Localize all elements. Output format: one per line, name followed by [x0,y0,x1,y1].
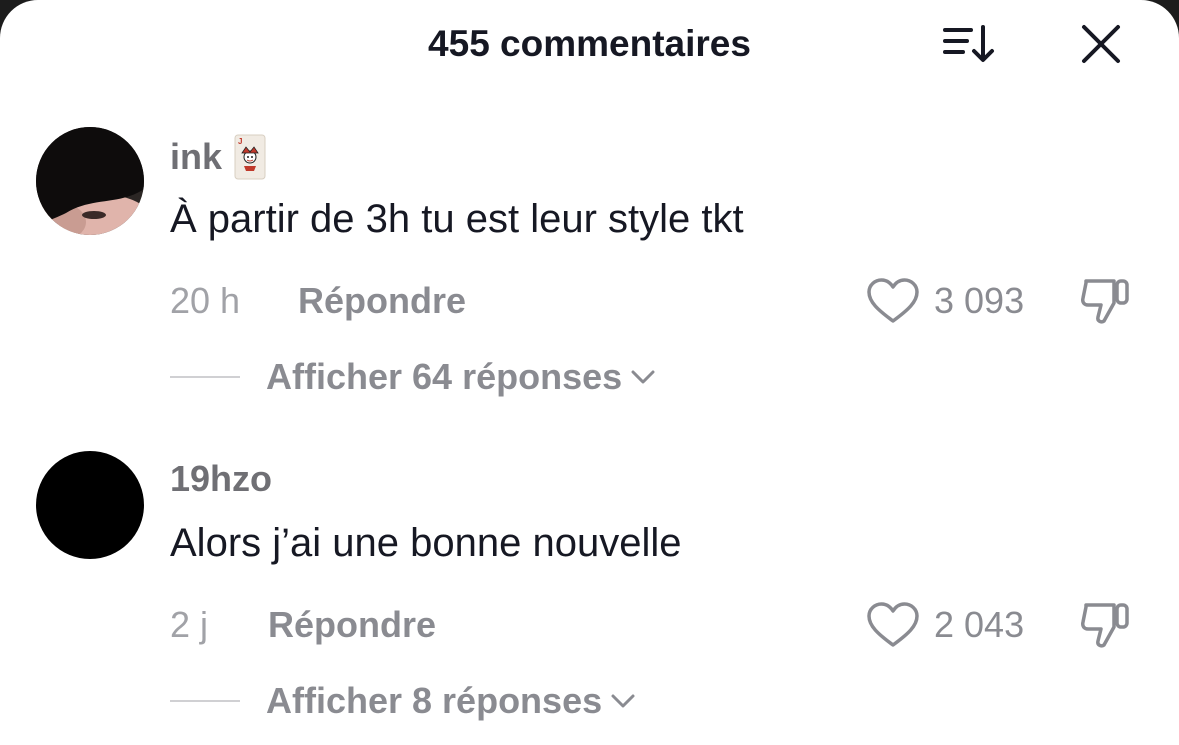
chevron-down-icon [611,694,635,708]
reply-button[interactable]: Répondre [268,603,436,647]
joker-card-emoji: J [234,134,266,180]
comment-text: À partir de 3h tu est leur style tkt [170,197,744,241]
replies-divider [170,376,240,378]
like-button[interactable]: 3 093 [866,275,1024,327]
comment-username[interactable]: 19hzo [170,457,272,501]
comment-time: 20 h [170,280,241,321]
like-count: 3 093 [934,280,1025,321]
like-button[interactable]: 2 043 [866,599,1024,651]
avatar[interactable] [36,127,144,235]
comment-item: ink J À partir de 3h tu est leur style t… [0,127,1179,451]
view-replies-label: Afficher 8 réponses [266,680,603,721]
svg-text:J: J [238,137,242,146]
username-text: 19hzo [170,458,273,499]
comment-username[interactable]: ink J [170,133,266,181]
view-replies-button[interactable]: Afficher 64 réponses [170,353,658,401]
replies-divider [170,700,240,702]
reply-button[interactable]: Répondre [298,279,466,323]
view-replies-label: Afficher 64 réponses [266,356,623,397]
like-count: 2 043 [934,604,1025,645]
comment-text: Alors j’ai une bonne nouvelle [170,521,682,565]
close-icon[interactable] [1080,24,1122,64]
sort-descending-icon[interactable] [943,24,997,64]
comment-time: 2 j [170,604,209,645]
chevron-down-icon [631,370,655,384]
thumbs-down-icon[interactable] [1078,275,1134,327]
comments-count-title: 455 commentaires [428,23,751,64]
comment-item: 19hzo Alors j’ai une bonne nouvelle 2 j … [0,451,1179,745]
username-text: ink [170,136,223,177]
comments-sheet: 455 commentaires ink J À partir de 3h tu… [0,0,1179,745]
view-replies-button[interactable]: Afficher 8 réponses [170,677,638,725]
heart-outline-icon [867,602,919,647]
thumbs-down-icon[interactable] [1078,599,1134,651]
avatar[interactable] [36,451,144,559]
avatar-photo [36,127,144,235]
heart-outline-icon [867,278,919,323]
